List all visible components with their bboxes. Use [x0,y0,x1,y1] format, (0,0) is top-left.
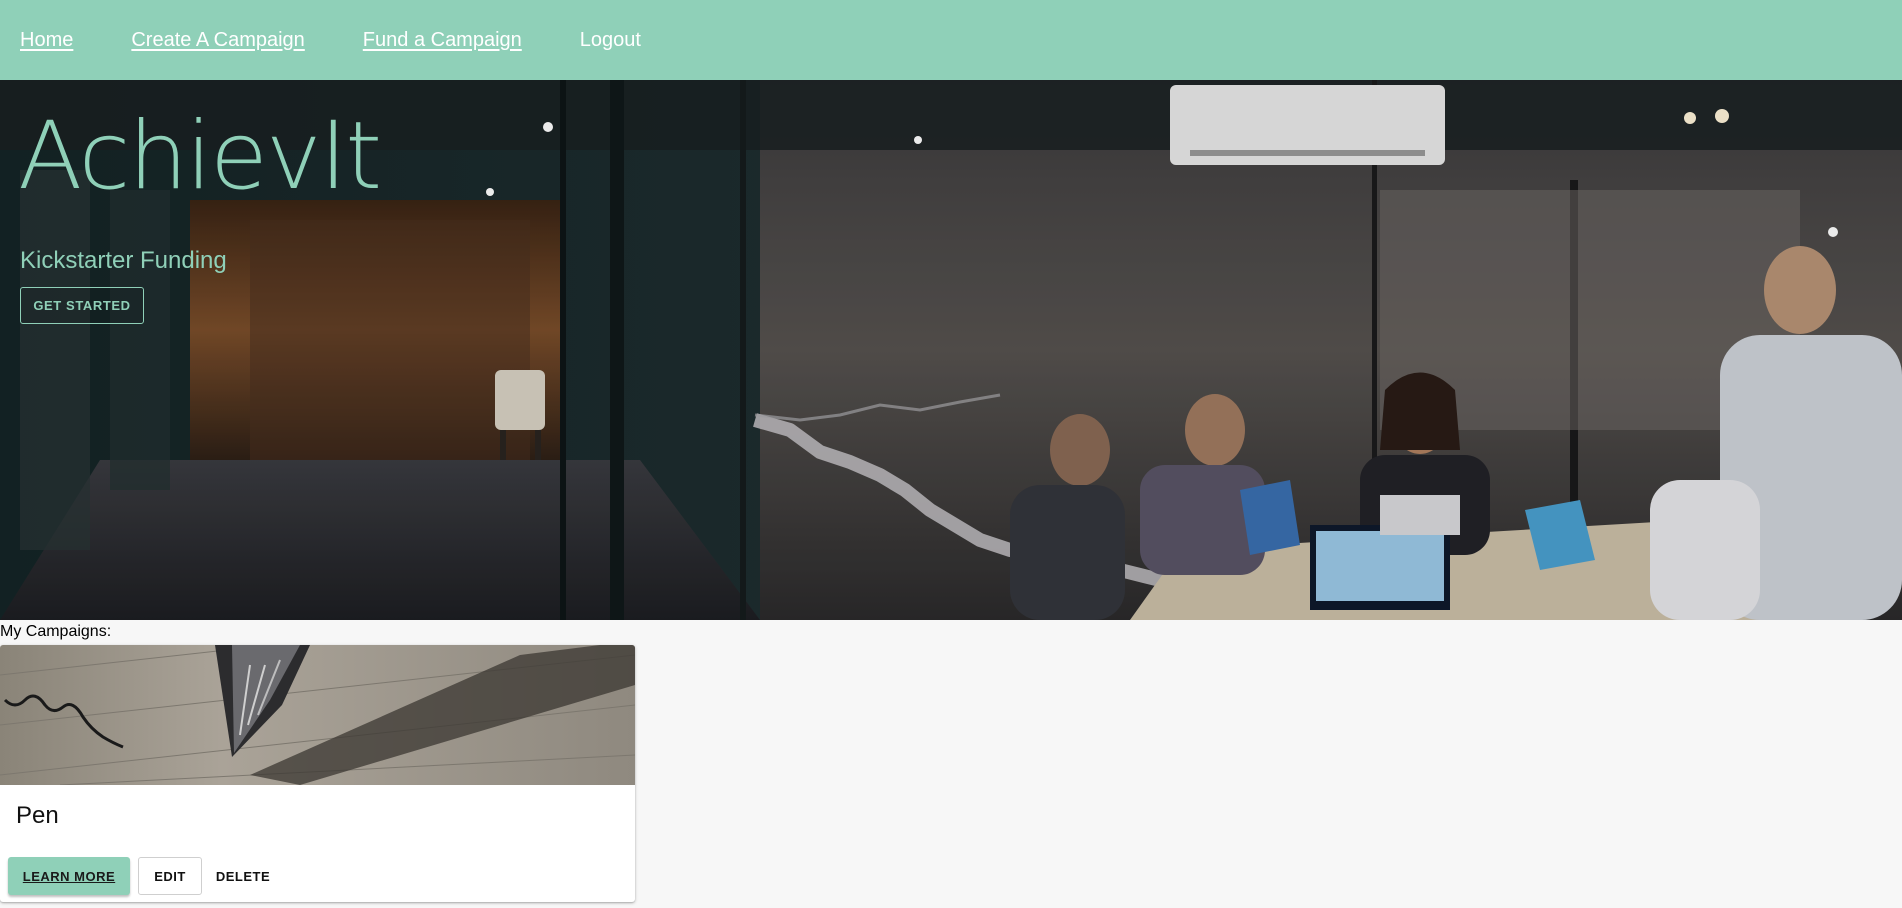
nav-create-campaign-link[interactable]: Create A Campaign [131,29,304,52]
top-navbar: Home Create A Campaign Fund a Campaign L… [0,0,1902,80]
hero-banner: AchievIt Kickstarter Funding GET STARTED [0,80,1902,620]
edit-button[interactable]: EDIT [138,857,202,895]
delete-button[interactable]: DELETE [210,857,276,895]
learn-more-button[interactable]: LEARN MORE [8,857,130,895]
brand-title: AchievIt [18,102,382,211]
nav-fund-campaign-link[interactable]: Fund a Campaign [363,29,522,52]
campaign-image-pen[interactable] [0,645,635,785]
hero-tagline: Kickstarter Funding [20,247,227,274]
my-campaigns-label: My Campaigns: [0,623,112,640]
campaign-card: Pen LEARN MORE EDIT DELETE [0,645,635,902]
campaign-title: Pen [16,802,59,829]
get-started-button[interactable]: GET STARTED [20,287,144,324]
nav-logout-link[interactable]: Logout [580,29,641,52]
nav-home-link[interactable]: Home [20,29,73,52]
